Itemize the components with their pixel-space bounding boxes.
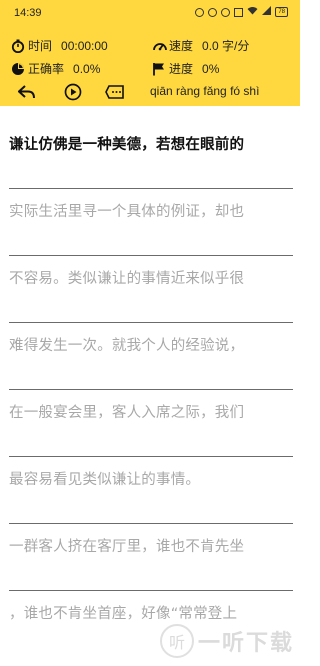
accuracy-label: 正确率 (28, 62, 65, 76)
status-bar: 14:39 78 (0, 0, 300, 26)
progress-stat: 进度 0% (152, 60, 219, 77)
input-line-4[interactable] (9, 389, 293, 390)
keyboard-icon (105, 85, 124, 99)
controls-row: qiān ràng fǎng fó shì (0, 83, 300, 103)
source-line-8: ，谁也不肯坐首座，好像“常常登上 (9, 606, 238, 622)
site-watermark: 听 一听下载 (159, 624, 294, 658)
lock-icon (234, 7, 244, 17)
pie-chart-icon (11, 62, 25, 76)
source-line-6: 最容易看见类似谦让的事情。 (9, 472, 201, 488)
stopwatch-icon (11, 39, 25, 53)
source-line-4: 难得发生一次。就我个人的经验说， (9, 338, 245, 354)
flag-icon (152, 62, 166, 76)
typing-app-screen: 14:39 78 时间 00:00:00 速度 0.0 字/分 正确率 0.0%… (0, 0, 300, 666)
typing-toolbar: 时间 00:00:00 速度 0.0 字/分 正确率 0.0% 进度 0% qi… (0, 26, 300, 106)
source-line-7: 一群客人挤在客厅里，谁也不肯先坐 (9, 539, 245, 555)
speed-stat: 速度 0.0 字/分 (152, 37, 249, 54)
play-button[interactable] (62, 81, 84, 103)
battery-icon: 78 (275, 7, 288, 17)
input-line-3[interactable] (9, 322, 293, 323)
keyboard-button[interactable] (104, 81, 126, 103)
watermark-logo-icon: 听 (159, 624, 194, 658)
typing-content: 谦让仿佛是一种美德，若想在眼前的 实际生活里寻一个具体的例证，却也 不容易。类似… (0, 106, 300, 666)
source-line-3: 不容易。类似谦让的事情近来似乎很 (9, 271, 245, 287)
time-value: 00:00:00 (61, 38, 108, 53)
clock-icon (221, 7, 231, 17)
input-line-7[interactable] (9, 590, 293, 591)
input-line-6[interactable] (9, 523, 293, 524)
time-label: 时间 (28, 39, 53, 53)
headset-icon (208, 7, 218, 17)
watermark-text: 一听下载 (197, 631, 294, 656)
progress-value: 0% (202, 61, 220, 76)
source-line-2: 实际生活里寻一个具体的例证，却也 (9, 204, 245, 220)
status-icons: 78 (195, 6, 288, 18)
progress-label: 进度 (169, 62, 194, 76)
status-time: 14:39 (14, 7, 42, 19)
stats-row-1: 时间 00:00:00 速度 0.0 字/分 (0, 37, 300, 57)
input-line-2[interactable] (9, 255, 293, 256)
source-line-5: 在一般宴会里，客人入席之际，我们 (9, 405, 245, 421)
signal-icon (262, 6, 272, 18)
source-line-1: 谦让仿佛是一种美德，若想在眼前的 (9, 137, 245, 153)
speed-label: 速度 (169, 39, 194, 53)
speed-value: 0.0 字/分 (202, 39, 250, 53)
speedometer-icon (152, 39, 167, 53)
accuracy-stat: 正确率 0.0% (11, 60, 100, 77)
back-button[interactable] (16, 81, 38, 103)
alarm-icon (195, 7, 205, 17)
pinyin-hint: qiān ràng fǎng fó shì (150, 84, 260, 98)
input-line-1[interactable] (9, 188, 293, 189)
accuracy-value: 0.0% (73, 61, 101, 76)
undo-arrow-icon (18, 85, 35, 99)
time-stat: 时间 00:00:00 (11, 37, 108, 54)
play-circle-icon (64, 83, 82, 101)
wifi-icon (247, 6, 258, 18)
stats-row-2: 正确率 0.0% 进度 0% (0, 60, 300, 80)
input-line-5[interactable] (9, 456, 293, 457)
